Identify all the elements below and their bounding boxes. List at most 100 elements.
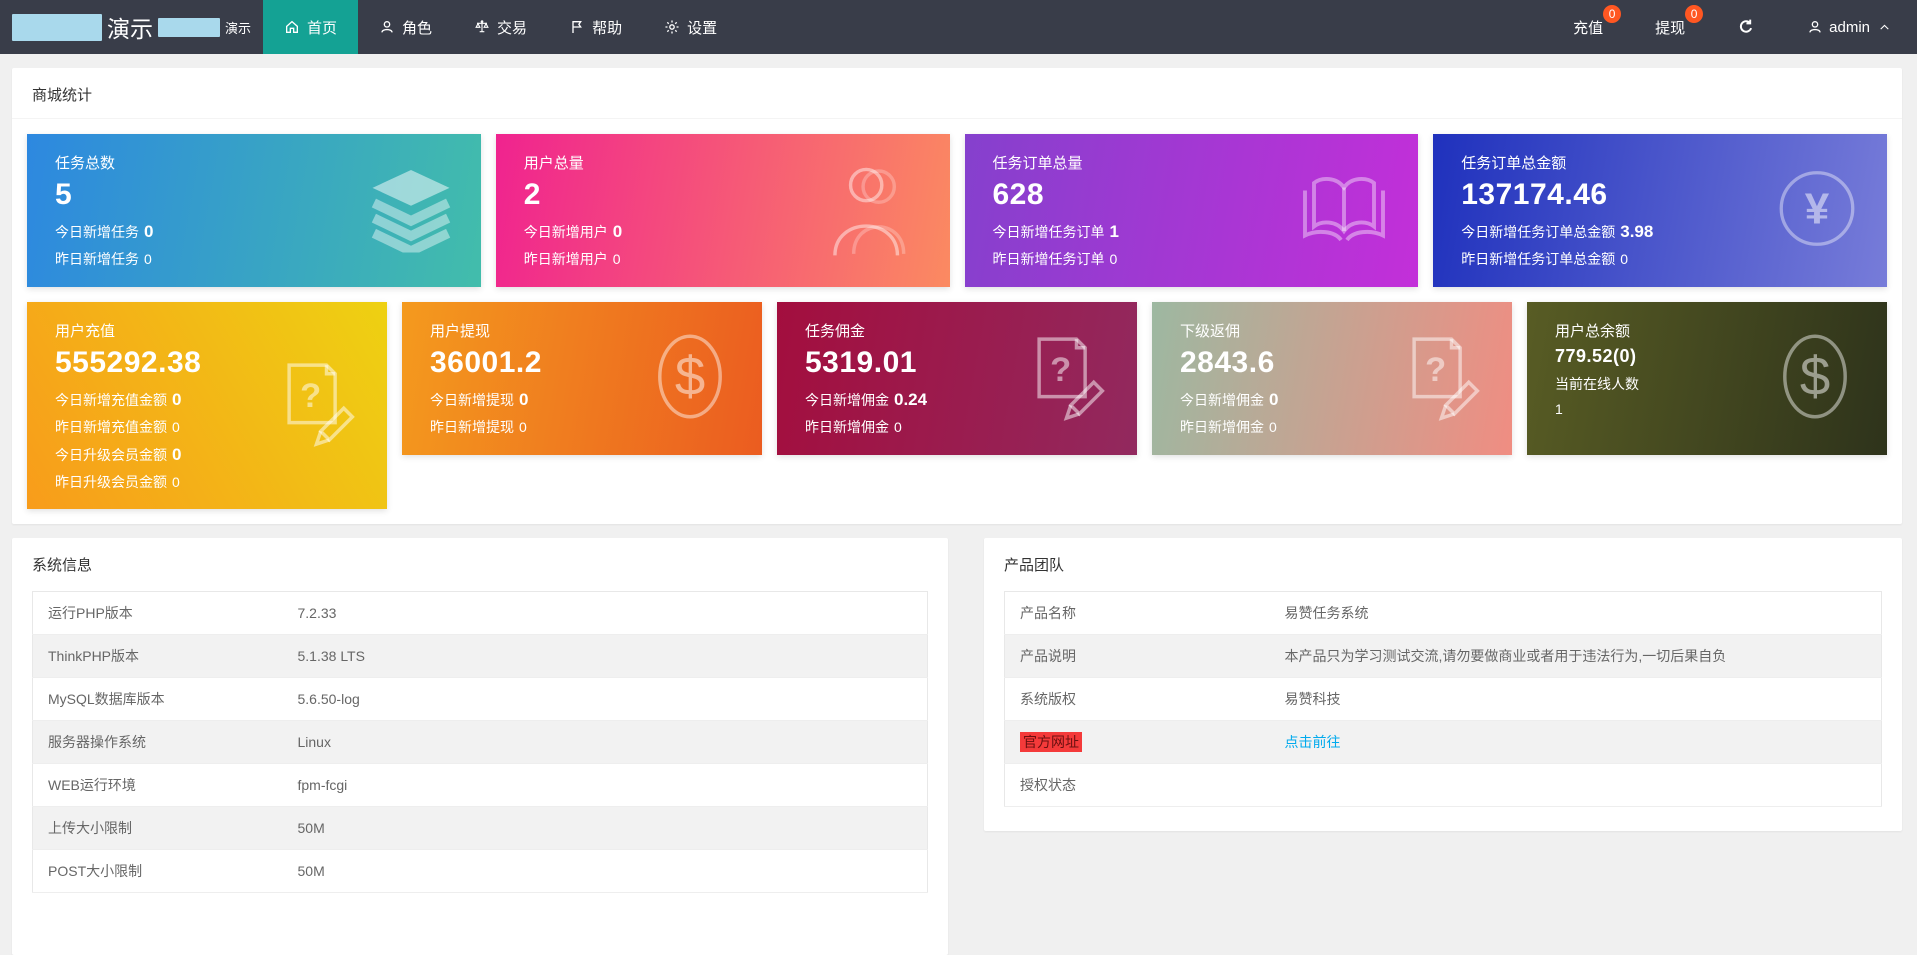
stat-card-line: 昨日新增佣金0 xyxy=(1180,419,1484,436)
home-icon xyxy=(284,19,300,35)
nav-item-label: 角色 xyxy=(402,17,432,38)
refresh-icon xyxy=(1737,18,1755,36)
stat-card-value: 2843.6 xyxy=(1180,346,1484,381)
row-label: 产品说明 xyxy=(1005,634,1270,677)
stat-card-value: 2 xyxy=(524,178,922,213)
withdraw-button[interactable]: 提现 0 xyxy=(1629,0,1711,54)
table-row: 官方网址 点击前往 xyxy=(1005,720,1882,763)
row-label: POST大小限制 xyxy=(33,849,283,892)
stat-card-user-withdraw: 用户提现36001.2今日新增提现0昨日新增提现0$ xyxy=(402,302,762,455)
table-row: POST大小限制50M xyxy=(33,849,928,892)
stat-card-line: 昨日新增任务订单总金额0 xyxy=(1461,251,1859,268)
stat-card-line: 昨日新增任务订单0 xyxy=(993,251,1391,268)
row-label: MySQL数据库版本 xyxy=(33,677,283,720)
stat-card-title: 用户充值 xyxy=(55,320,359,341)
recharge-button[interactable]: 充值 0 xyxy=(1547,0,1629,54)
nav-item-help[interactable]: 帮助 xyxy=(548,0,643,54)
table-row: 产品名称易赞任务系统 xyxy=(1005,591,1882,634)
stat-card-line: 今日新增佣金0 xyxy=(1180,390,1484,410)
stat-card-line: 昨日新增佣金0 xyxy=(805,419,1109,436)
stat-card-line: 今日新增用户0 xyxy=(524,222,922,242)
table-row: 运行PHP版本7.2.33 xyxy=(33,591,928,634)
stat-card-users-total: 用户总量2今日新增用户0昨日新增用户0 xyxy=(496,134,950,287)
row-label: 授权状态 xyxy=(1005,763,1270,806)
product-team-table: 产品名称易赞任务系统产品说明本产品只为学习测试交流,请勿要做商业或者用于违法行为… xyxy=(1004,591,1882,807)
stat-card-line: 昨日新增充值金额0 xyxy=(55,419,359,436)
stat-card-user-recharge: 用户充值 555292.38 今日新增充值金额0 昨日新增充值金额0 今日升级会员金额0… xyxy=(27,302,387,509)
system-info-title: 系统信息 xyxy=(12,538,948,581)
stat-card-title: 任务总数 xyxy=(55,152,453,173)
navbar-right: 充值 0 提现 0 admin xyxy=(1547,0,1917,54)
stat-card-value: 555292.38 xyxy=(55,346,359,381)
system-info-table: 运行PHP版本7.2.33ThinkPHP版本5.1.38 LTSMySQL数据… xyxy=(32,591,928,893)
stat-card-line: 今日新增任务订单1 xyxy=(993,222,1391,242)
stat-card-title: 任务订单总量 xyxy=(993,152,1391,173)
stat-card-task-orders-total: 任务订单总量628今日新增任务订单1昨日新增任务订单0 xyxy=(965,134,1419,287)
stat-card-line: 1 xyxy=(1555,401,1859,418)
stat-card-title: 用户提现 xyxy=(430,320,734,341)
user-menu[interactable]: admin xyxy=(1781,0,1917,54)
row-value: Linux xyxy=(283,720,928,763)
logo-text: 演示 xyxy=(107,10,153,44)
stat-card-line: 今日升级会员金额0 xyxy=(55,445,359,465)
logo: 演示 演示 xyxy=(0,0,263,54)
row-label: 上传大小限制 xyxy=(33,806,283,849)
row-value: fpm-fcgi xyxy=(283,763,928,806)
nav-item-label: 交易 xyxy=(497,17,527,38)
stat-card-line: 昨日升级会员金额0 xyxy=(55,474,359,491)
system-info-panel: 系统信息 运行PHP版本7.2.33ThinkPHP版本5.1.38 LTSMy… xyxy=(12,538,948,955)
nav-item-settings[interactable]: 设置 xyxy=(643,0,738,54)
row-value: 易赞科技 xyxy=(1270,677,1882,720)
table-row: ThinkPHP版本5.1.38 LTS xyxy=(33,634,928,677)
table-row: WEB运行环境fpm-fcgi xyxy=(33,763,928,806)
user-icon xyxy=(379,19,395,35)
stat-card-tasks-total: 任务总数 5 今日新增任务0 昨日新增任务0 xyxy=(27,134,481,287)
table-row: 服务器操作系统Linux xyxy=(33,720,928,763)
row-label: 运行PHP版本 xyxy=(33,591,283,634)
stat-card-value: 5319.01 xyxy=(805,346,1109,381)
product-team-title: 产品团队 xyxy=(984,538,1902,581)
stat-card-line: 今日新增任务订单总金额3.98 xyxy=(1461,222,1859,242)
stat-card-value: 137174.46 xyxy=(1461,178,1859,213)
nav-item-home[interactable]: 首页 xyxy=(263,0,358,54)
stat-card-line: 今日新增充值金额0 xyxy=(55,390,359,410)
recharge-badge: 0 xyxy=(1603,5,1621,23)
chevron-up-icon xyxy=(1878,21,1891,34)
table-row: 系统版权易赞科技 xyxy=(1005,677,1882,720)
nav-item-trade[interactable]: 交易 xyxy=(453,0,548,54)
gear-icon xyxy=(664,19,680,35)
stat-card-line: 当前在线人数 xyxy=(1555,376,1859,393)
stat-card-title: 下级返佣 xyxy=(1180,320,1484,341)
stat-card-line: 今日新增任务0 xyxy=(55,222,453,242)
stat-card-line: 昨日新增提现0 xyxy=(430,419,734,436)
highlighted-label: 官方网址 xyxy=(1020,732,1082,752)
row-value: 本产品只为学习测试交流,请勿要做商业或者用于违法行为,一切后果自负 xyxy=(1270,634,1882,677)
stat-card-title: 任务订单总金额 xyxy=(1461,152,1859,173)
stat-card-value: 5 xyxy=(55,178,453,213)
withdraw-label: 提现 xyxy=(1655,17,1685,38)
row-value xyxy=(1270,763,1882,806)
stats-panel: 商城统计 任务总数5今日新增任务0昨日新增任务0用户总量2今日新增用户0昨日新增… xyxy=(12,68,1902,524)
recharge-label: 充值 xyxy=(1573,17,1603,38)
username: admin xyxy=(1829,19,1870,36)
stat-card-user-balance: 用户总余额779.52(0)当前在线人数1$ xyxy=(1527,302,1887,455)
stat-card-title: 用户总量 xyxy=(524,152,922,173)
row-label: 产品名称 xyxy=(1005,591,1270,634)
main-menu: 首页 角色 交易帮助设置 xyxy=(263,0,738,54)
row-value: 易赞任务系统 xyxy=(1270,591,1882,634)
refresh-button[interactable] xyxy=(1711,0,1781,54)
stat-card-line: 昨日新增任务0 xyxy=(55,251,453,268)
stat-card-title: 任务佣金 xyxy=(805,320,1109,341)
table-row: 产品说明本产品只为学习测试交流,请勿要做商业或者用于违法行为,一切后果自负 xyxy=(1005,634,1882,677)
nav-item-roles[interactable]: 角色 xyxy=(358,0,453,54)
table-row: 上传大小限制50M xyxy=(33,806,928,849)
nav-item-label: 首页 xyxy=(307,17,337,38)
table-row: 授权状态 xyxy=(1005,763,1882,806)
row-value: 5.1.38 LTS xyxy=(283,634,928,677)
row-value: 5.6.50-log xyxy=(283,677,928,720)
official-site-link[interactable]: 点击前往 xyxy=(1285,734,1341,750)
top-navbar: 演示 演示 首页 角色 交易帮助设置 充值 0 提现 0 admin xyxy=(0,0,1917,54)
user-icon xyxy=(1807,19,1823,35)
scales-icon xyxy=(474,19,490,35)
row-value: 50M xyxy=(283,806,928,849)
